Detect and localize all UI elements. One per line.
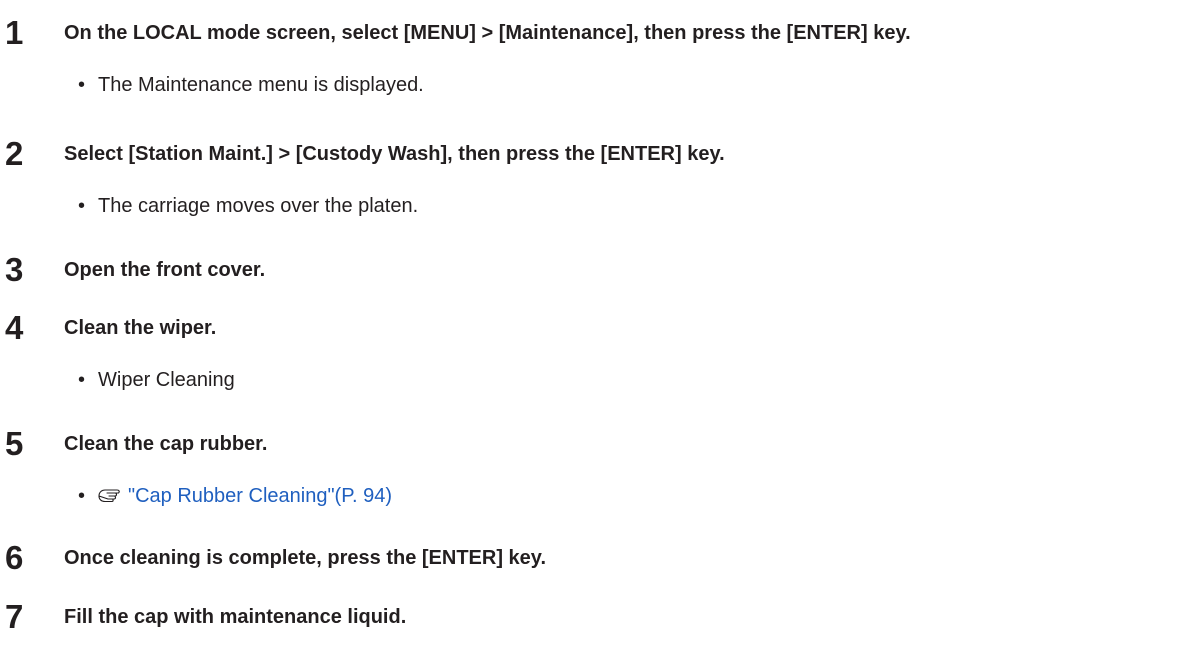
step-title: Open the front cover. — [64, 259, 266, 281]
step-note: • Wiper Cleaning — [78, 368, 235, 392]
step-title: Clean the cap rubber. — [64, 433, 268, 455]
step-title: Fill the cap with maintenance liquid. — [64, 606, 407, 628]
cap-rubber-cleaning-link[interactable]: "Cap Rubber Cleaning"(P. 94) — [98, 485, 392, 507]
step-number: 2 — [5, 135, 24, 172]
step-note: • "Cap Rubber Cleaning"(P. 94) — [78, 484, 392, 508]
procedure-steps: 1 On the LOCAL mode screen, select [MENU… — [0, 0, 1203, 672]
link-text: "Cap Rubber Cleaning"(P. 94) — [128, 485, 392, 507]
step-title: On the LOCAL mode screen, select [MENU] … — [64, 22, 911, 44]
step-note-text: The Maintenance menu is displayed. — [98, 74, 424, 96]
step-note-text: The carriage moves over the platen. — [98, 195, 419, 217]
bullet: • — [78, 74, 86, 96]
step-title: Select [Station Maint.] > [Custody Wash]… — [64, 143, 725, 165]
step-number: 7 — [5, 598, 24, 635]
pointing-hand-icon — [98, 489, 120, 503]
step-number: 4 — [5, 309, 24, 346]
step-note: • The Maintenance menu is displayed. — [78, 73, 424, 97]
bullet: • — [78, 369, 86, 391]
step-title: Once cleaning is complete, press the [EN… — [64, 547, 547, 569]
step-note-text: Wiper Cleaning — [98, 369, 235, 391]
step-number: 6 — [5, 539, 24, 576]
bullet: • — [78, 485, 86, 507]
step-title: Clean the wiper. — [64, 317, 217, 339]
step-number: 3 — [5, 251, 24, 288]
step-number: 5 — [5, 425, 24, 462]
step-number: 1 — [5, 14, 24, 51]
step-note: • The carriage moves over the platen. — [78, 194, 418, 218]
bullet: • — [78, 195, 86, 217]
